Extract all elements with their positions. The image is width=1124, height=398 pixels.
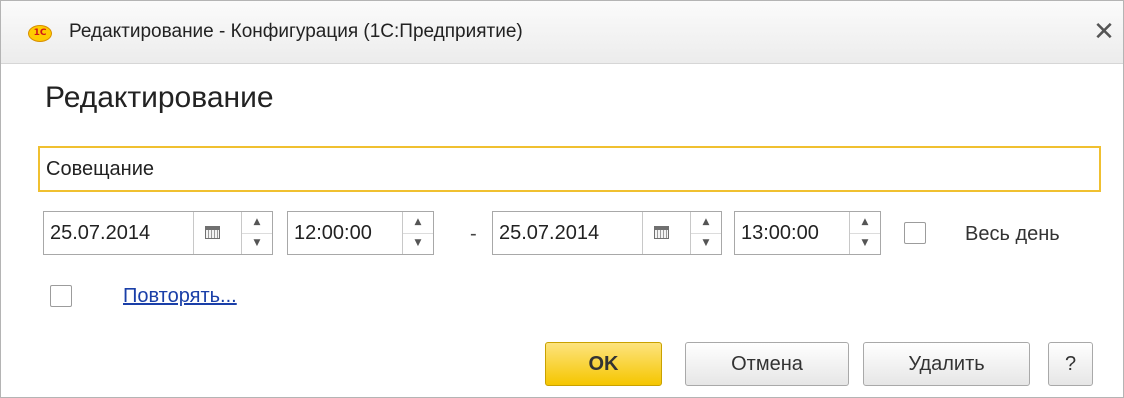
- calendar-icon: [654, 226, 669, 239]
- end-time-field[interactable]: 13:00:00 ▲ ▼: [734, 211, 881, 255]
- spin-up-icon[interactable]: ▲: [691, 212, 721, 234]
- help-button[interactable]: ?: [1048, 342, 1093, 386]
- end-date-value: 25.07.2014: [499, 222, 600, 244]
- app-logo-icon: 1С: [28, 25, 52, 42]
- title-bar: 1С Редактирование - Конфигурация (1С:Пре…: [1, 1, 1123, 64]
- spin-up-icon[interactable]: ▲: [403, 212, 433, 234]
- spin-up-icon[interactable]: ▲: [242, 212, 272, 234]
- edit-dialog: 1С Редактирование - Конфигурация (1С:Пре…: [0, 0, 1124, 398]
- spin-down-icon[interactable]: ▼: [242, 233, 272, 254]
- repeat-link[interactable]: Повторять...: [123, 285, 237, 308]
- window-title: Редактирование - Конфигурация (1С:Предпр…: [69, 21, 523, 42]
- start-date-value: 25.07.2014: [50, 222, 151, 244]
- delete-button[interactable]: Удалить: [863, 342, 1030, 386]
- spin-down-icon[interactable]: ▼: [850, 233, 880, 254]
- cancel-button[interactable]: Отмена: [685, 342, 849, 386]
- start-time-field[interactable]: 12:00:00 ▲ ▼: [287, 211, 434, 255]
- subject-input[interactable]: Совещание: [38, 146, 1101, 192]
- end-date-spinner[interactable]: ▲ ▼: [690, 212, 721, 254]
- form-heading: Редактирование: [45, 81, 274, 114]
- repeat-checkbox[interactable]: [50, 285, 72, 307]
- all-day-label: Весь день: [965, 223, 1060, 245]
- range-separator: -: [470, 223, 477, 245]
- end-date-field[interactable]: 25.07.2014 ▲ ▼: [492, 211, 722, 255]
- all-day-checkbox[interactable]: [904, 222, 926, 244]
- calendar-icon: [205, 226, 220, 239]
- start-date-spinner[interactable]: ▲ ▼: [241, 212, 272, 254]
- start-time-spinner[interactable]: ▲ ▼: [402, 212, 433, 254]
- end-time-value: 13:00:00: [741, 222, 819, 244]
- start-date-calendar-button[interactable]: [193, 212, 232, 254]
- ok-button[interactable]: OK: [545, 342, 662, 386]
- spin-down-icon[interactable]: ▼: [403, 233, 433, 254]
- close-button[interactable]: ✕: [1091, 19, 1117, 45]
- end-time-spinner[interactable]: ▲ ▼: [849, 212, 880, 254]
- spin-up-icon[interactable]: ▲: [850, 212, 880, 234]
- spin-down-icon[interactable]: ▼: [691, 233, 721, 254]
- start-date-field[interactable]: 25.07.2014 ▲ ▼: [43, 211, 273, 255]
- start-time-value: 12:00:00: [294, 222, 372, 244]
- end-date-calendar-button[interactable]: [642, 212, 681, 254]
